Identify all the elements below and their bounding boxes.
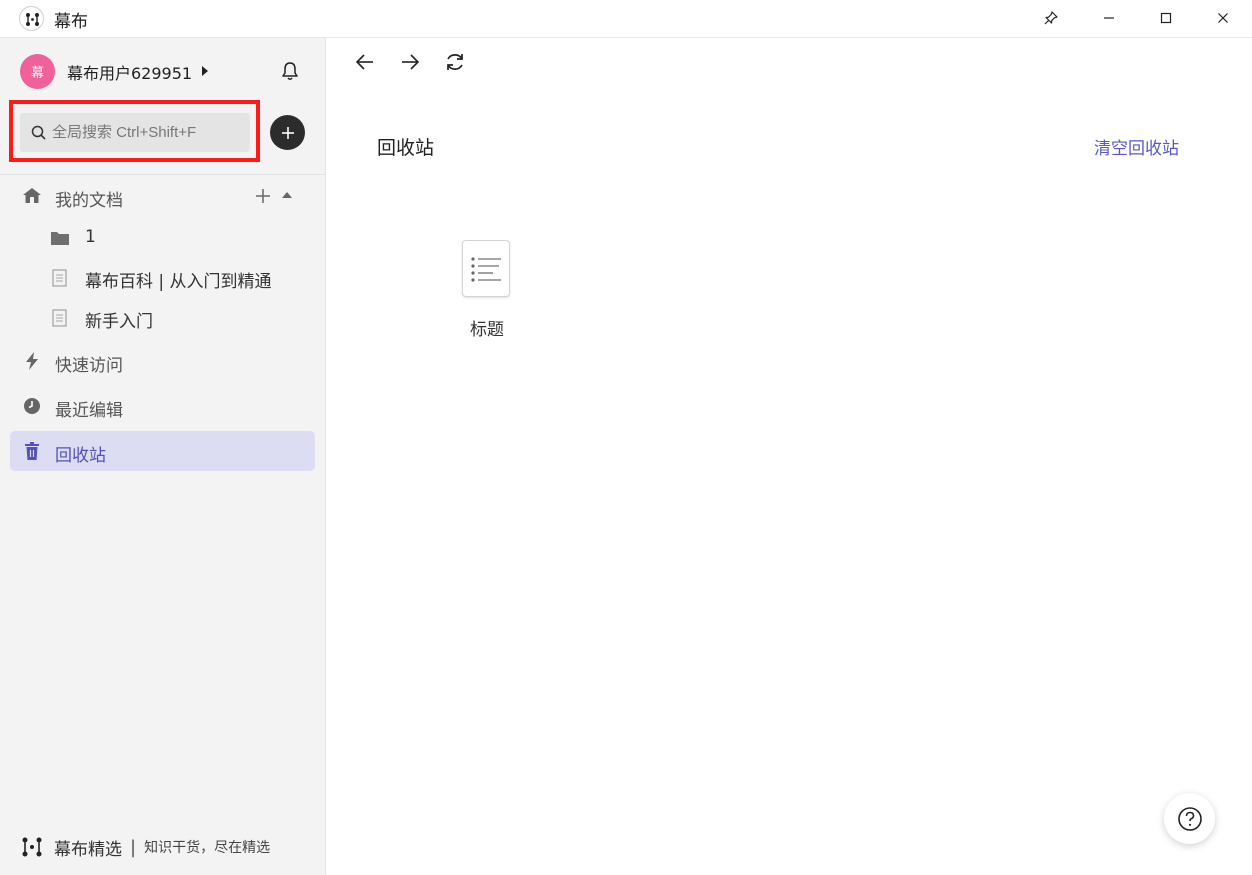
tree-item-label: 新手入门 — [85, 312, 153, 332]
doc-title: 标题 — [470, 320, 504, 340]
sidebar-footer[interactable]: 幕布精选 | 知识干货，尽在精选 — [20, 835, 271, 860]
folder-icon — [50, 229, 70, 247]
back-button[interactable] — [353, 50, 377, 74]
help-button[interactable] — [1164, 793, 1215, 844]
sidebar-item-quick-access[interactable]: 快速访问 — [10, 341, 315, 381]
add-doc-icon[interactable] — [254, 187, 272, 205]
mubu-logo-icon — [20, 835, 44, 859]
sidebar-item-label: 我的文档 — [55, 191, 123, 211]
sidebar-item-label: 最近编辑 — [55, 401, 123, 421]
lightning-icon — [22, 351, 42, 371]
document-icon — [50, 269, 70, 287]
clear-trash-button[interactable]: 清空回收站 — [1094, 134, 1179, 159]
plus-icon — [281, 126, 294, 139]
sidebar-item-trash[interactable]: 回收站 — [10, 431, 315, 471]
collapse-up-icon[interactable] — [282, 192, 292, 198]
tree-item-label: 1 — [85, 227, 96, 247]
add-button[interactable] — [270, 115, 305, 150]
avatar[interactable]: 幕 — [20, 54, 55, 89]
pin-button[interactable] — [1031, 0, 1071, 36]
search-box[interactable] — [20, 113, 250, 152]
forward-button[interactable] — [398, 50, 422, 74]
bell-icon[interactable] — [279, 60, 301, 82]
sidebar-item-recent[interactable]: 最近编辑 — [10, 386, 315, 426]
footer-brand: 幕布精选 — [54, 839, 122, 860]
page-title: 回收站 — [377, 137, 435, 159]
trash-icon — [22, 441, 42, 461]
app-logo-icon — [19, 6, 44, 31]
help-icon — [1177, 806, 1202, 831]
sidebar-item-label: 快速访问 — [55, 356, 123, 376]
tree-item-label: 幕布百科 | 从入门到精通 — [85, 272, 272, 292]
caret-right-icon[interactable] — [202, 66, 208, 76]
minimize-button[interactable] — [1089, 0, 1129, 36]
refresh-icon — [447, 54, 463, 70]
arrow-left-icon — [355, 54, 373, 70]
minimize-icon — [1104, 17, 1114, 19]
username[interactable]: 幕布用户629951 — [67, 60, 192, 84]
window-title: 幕布 — [54, 12, 88, 32]
sidebar: 幕 幕布用户629951 我的文档 — [0, 38, 326, 875]
pin-icon — [1044, 11, 1058, 25]
sidebar-divider — [0, 174, 326, 175]
title-bar: 幕布 — [0, 0, 1252, 38]
close-button[interactable] — [1203, 0, 1243, 36]
trash-doc-item[interactable]: 标题 — [456, 240, 518, 340]
refresh-button[interactable] — [443, 50, 467, 74]
arrow-right-icon — [402, 54, 420, 70]
footer-separator: | — [130, 836, 137, 858]
search-icon — [30, 124, 48, 142]
maximize-button[interactable] — [1146, 0, 1186, 36]
maximize-icon — [1160, 12, 1172, 24]
search-input[interactable] — [52, 113, 242, 152]
footer-slogan: 知识干货，尽在精选 — [144, 840, 271, 856]
close-icon — [1218, 13, 1228, 23]
document-list-icon — [462, 240, 510, 297]
clock-icon — [22, 396, 42, 416]
sidebar-item-label: 回收站 — [55, 446, 106, 466]
home-icon — [22, 186, 42, 206]
document-icon — [50, 309, 70, 327]
